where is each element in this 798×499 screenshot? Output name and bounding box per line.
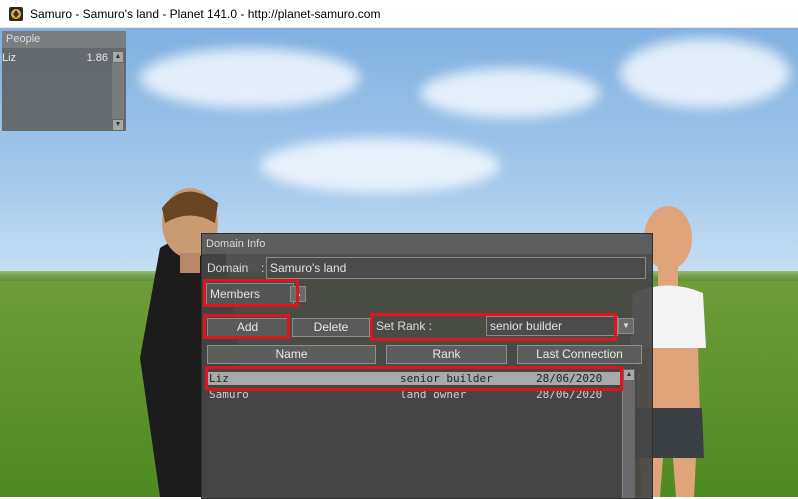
delete-button[interactable]: Delete <box>292 318 370 337</box>
window-title: Samuro - Samuro's land - Planet 141.0 - … <box>30 6 381 21</box>
dropdown-arrow-icon[interactable]: ▲ <box>290 286 306 302</box>
domain-separator: : <box>261 261 265 275</box>
column-header-rank[interactable]: Rank <box>386 345 507 364</box>
set-rank-label: Set Rank : <box>376 319 433 333</box>
person-name: Liz <box>2 52 17 64</box>
people-scrollbar[interactable]: ▲ ▼ <box>112 51 124 131</box>
member-name: Liz <box>209 372 229 385</box>
scroll-down-icon[interactable]: ▼ <box>112 119 124 131</box>
person-distance: 1.86 <box>86 52 108 64</box>
member-name: Samuro <box>209 388 249 401</box>
section-select[interactable]: Members <box>206 283 294 305</box>
domain-label: Domain <box>207 261 249 275</box>
member-last-connection: 28/06/2020 <box>536 388 603 401</box>
members-scrollbar[interactable]: ▲ <box>622 369 635 498</box>
add-button[interactable]: Add <box>207 318 288 337</box>
domain-info-dialog: Domain Info Domain : Samuro's land Membe… <box>201 233 653 499</box>
domain-name-field[interactable]: Samuro's land <box>266 257 646 279</box>
members-list: Liz senior builder 28/06/2020 Samuro lan… <box>207 369 621 498</box>
member-rank: land owner <box>400 388 467 401</box>
people-row[interactable]: Liz 1.86 <box>2 48 126 64</box>
people-panel-title: People <box>2 31 126 48</box>
member-row[interactable]: Samuro land owner 28/06/2020 <box>207 388 621 401</box>
scroll-up-icon[interactable]: ▲ <box>112 51 124 63</box>
people-panel: People Liz 1.86 ▲ ▼ <box>2 31 126 131</box>
scroll-up-icon[interactable]: ▲ <box>623 369 635 381</box>
app-icon <box>8 6 24 22</box>
column-header-name[interactable]: Name <box>207 345 376 364</box>
rank-select[interactable]: senior builder <box>486 316 618 336</box>
member-row[interactable]: Liz senior builder 28/06/2020 <box>207 372 621 385</box>
column-header-last-connection[interactable]: Last Connection <box>517 345 642 364</box>
window-titlebar: Samuro - Samuro's land - Planet 141.0 - … <box>0 0 798 28</box>
member-rank: senior builder <box>400 372 493 385</box>
dialog-title: Domain Info <box>202 234 652 254</box>
rank-dropdown-arrow-icon[interactable]: ▼ <box>618 318 634 334</box>
member-last-connection: 28/06/2020 <box>536 372 603 385</box>
